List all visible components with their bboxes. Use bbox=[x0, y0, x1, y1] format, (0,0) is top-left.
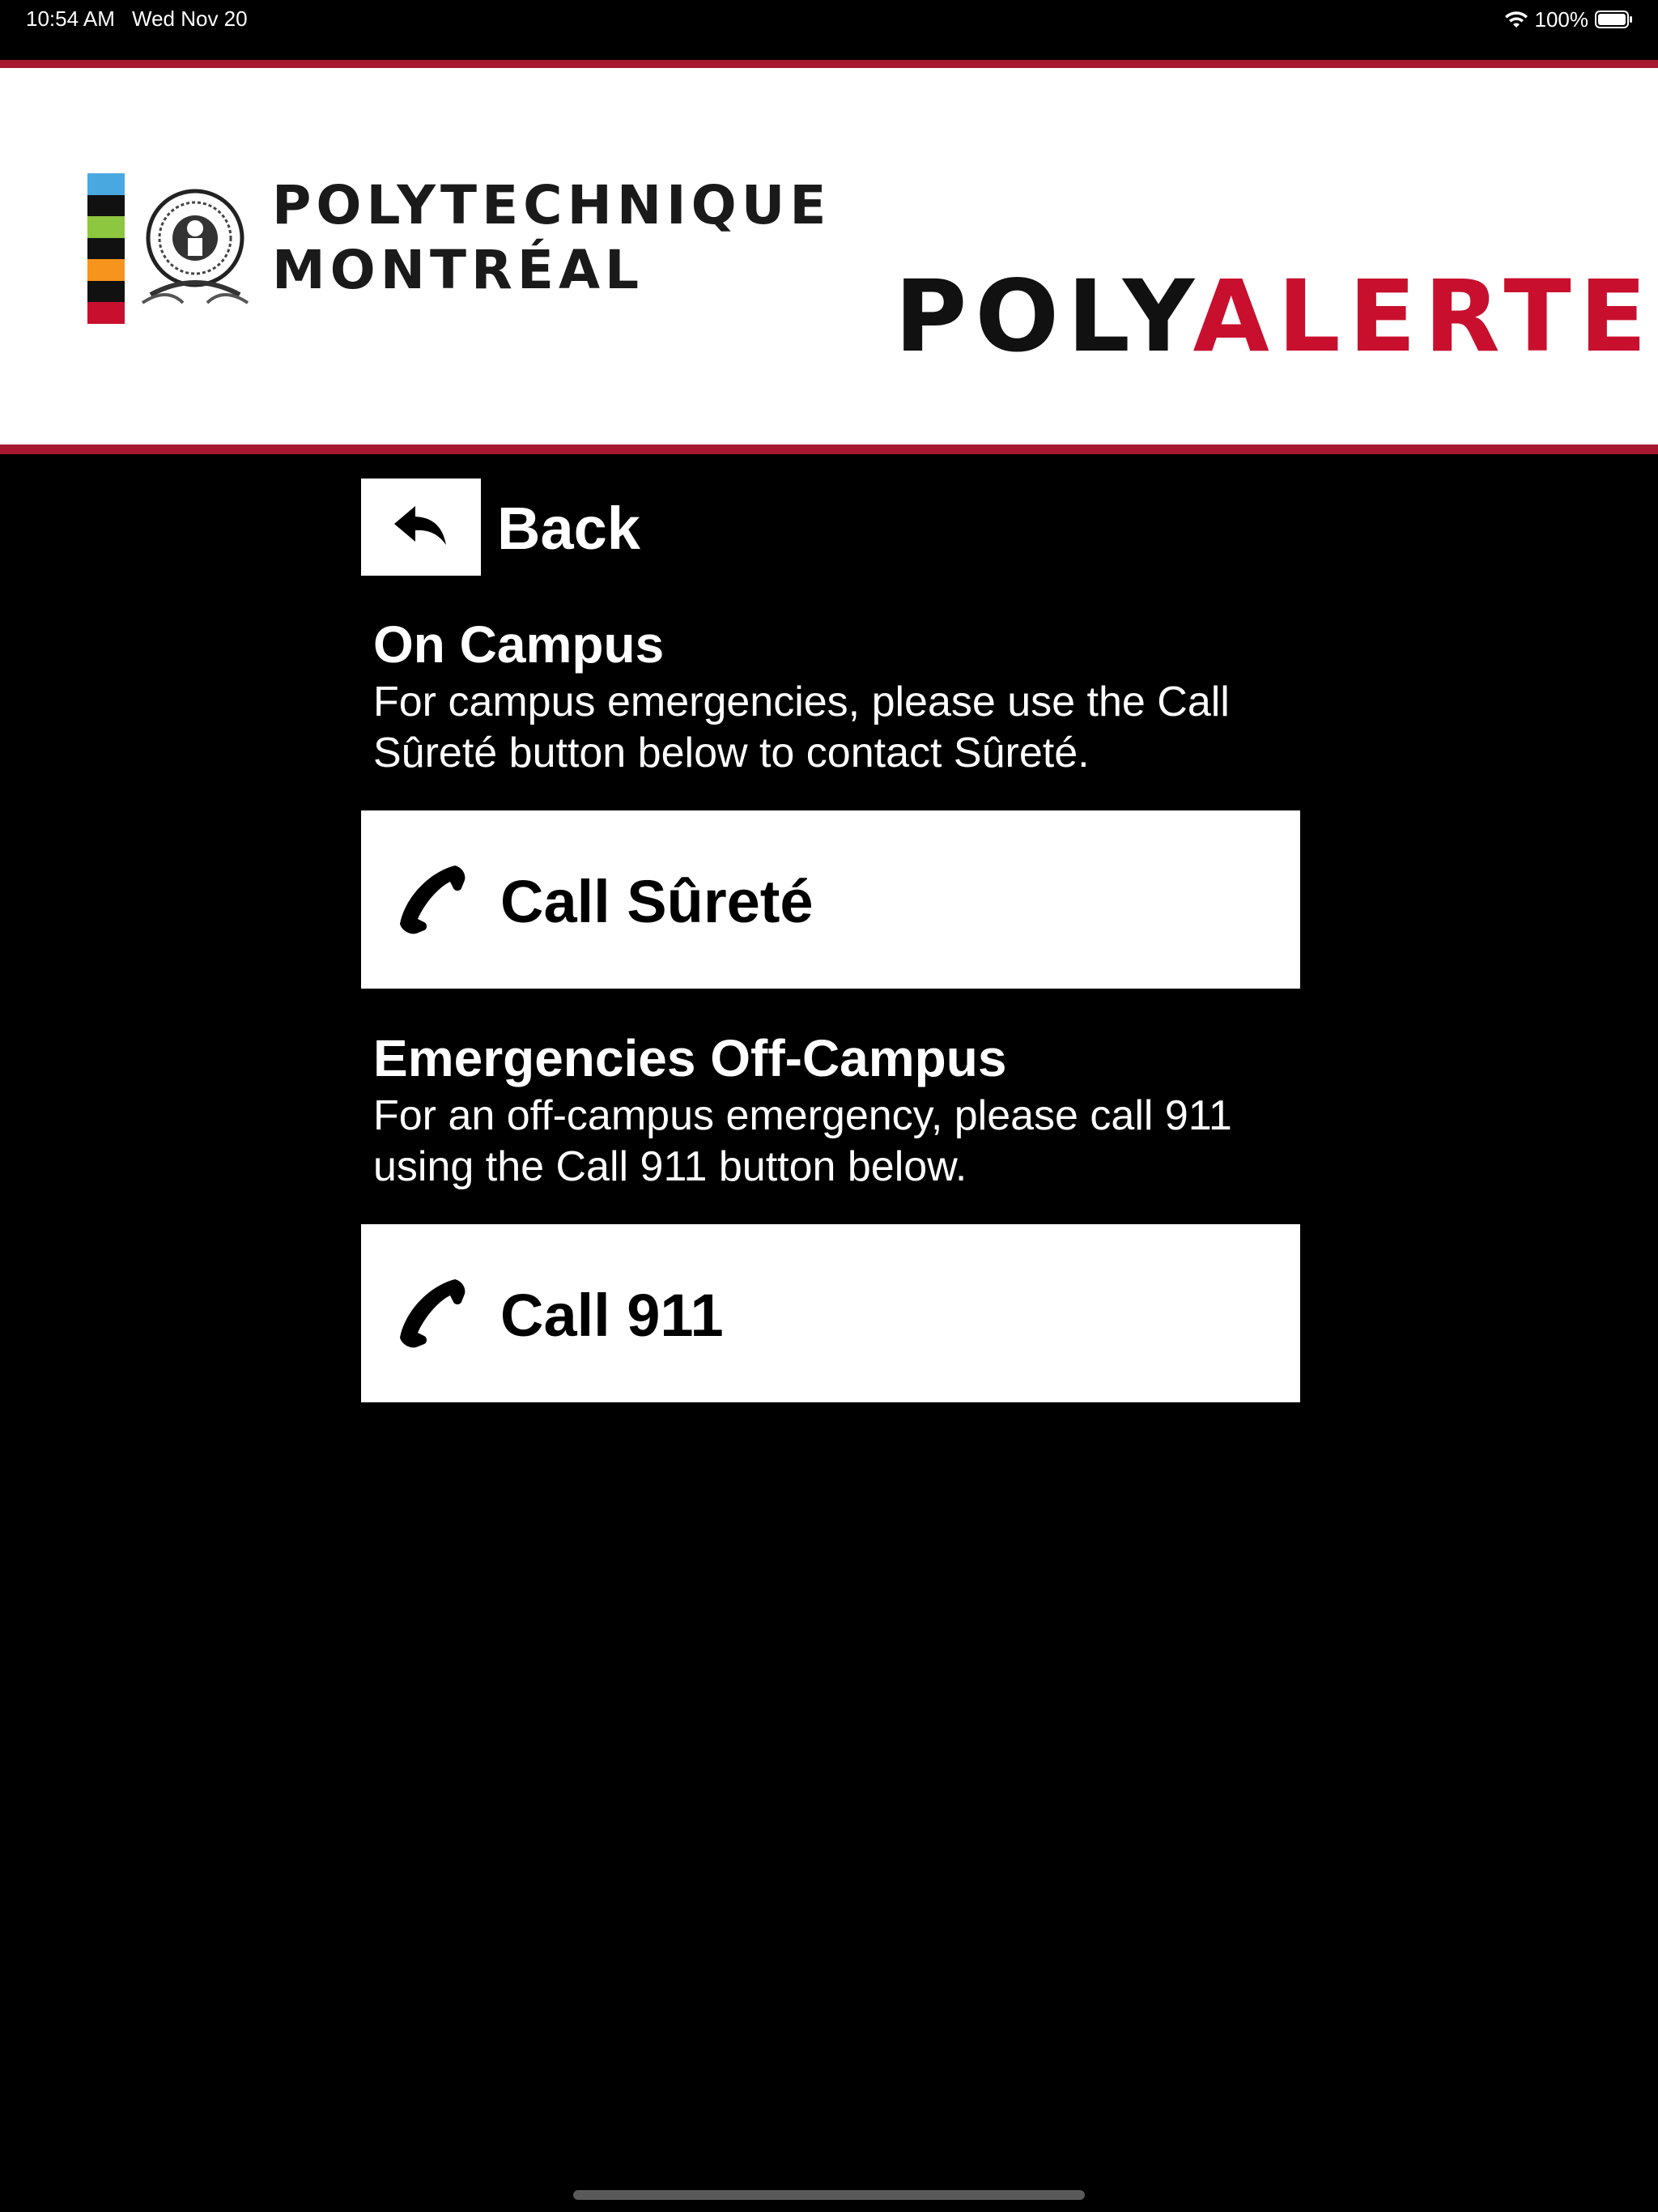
call-911-label: Call 911 bbox=[500, 1282, 724, 1349]
banner-bottom-divider bbox=[0, 445, 1658, 454]
call-surete-label: Call Sûreté bbox=[500, 868, 814, 935]
header-banner: POLYTECHNIQUE MONTRÉAL POLYALERTE bbox=[0, 68, 1658, 445]
phone-icon bbox=[392, 859, 473, 940]
wifi-icon bbox=[1504, 10, 1528, 29]
reply-arrow-icon bbox=[393, 503, 449, 552]
banner-top-divider bbox=[0, 60, 1658, 68]
call-surete-button[interactable]: Call Sûreté bbox=[361, 810, 1300, 989]
off-campus-description: For an off-campus emergency, please call… bbox=[373, 1092, 1232, 1190]
polytechnique-wordmark: POLYTECHNIQUE MONTRÉAL bbox=[272, 173, 831, 303]
status-time: 10:54 AM bbox=[26, 6, 115, 31]
battery-icon bbox=[1595, 10, 1634, 29]
polytechnique-name-line1: POLYTECHNIQUE bbox=[272, 174, 831, 236]
polyalerte-logo: POLYALERTE bbox=[895, 256, 1655, 377]
polytechnique-logo: POLYTECHNIQUE MONTRÉAL bbox=[87, 173, 826, 393]
off-campus-title: Emergencies Off-Campus bbox=[373, 1029, 1007, 1087]
battery-percent: 100% bbox=[1534, 6, 1589, 32]
back-label[interactable]: Back bbox=[497, 492, 640, 565]
call-911-button[interactable]: Call 911 bbox=[361, 1224, 1300, 1402]
on-campus-description: For campus emergencies, please use the C… bbox=[373, 678, 1230, 776]
polyalerte-poly-text: POLY bbox=[895, 259, 1193, 374]
polytechnique-name-line2: MONTRÉAL bbox=[272, 239, 644, 301]
seal-icon bbox=[134, 173, 256, 324]
status-date: Wed Nov 20 bbox=[132, 6, 248, 31]
back-button[interactable] bbox=[361, 479, 481, 576]
polyalerte-alerte-text: ALERTE bbox=[1192, 259, 1656, 374]
phone-icon bbox=[392, 1273, 473, 1354]
status-bar: 10:54 AM Wed Nov 20 100% bbox=[0, 0, 1658, 39]
home-indicator[interactable] bbox=[573, 2190, 1085, 2200]
logo-color-bar bbox=[87, 173, 125, 325]
status-indicators: 100% bbox=[1504, 6, 1635, 32]
on-campus-title: On Campus bbox=[373, 615, 665, 674]
